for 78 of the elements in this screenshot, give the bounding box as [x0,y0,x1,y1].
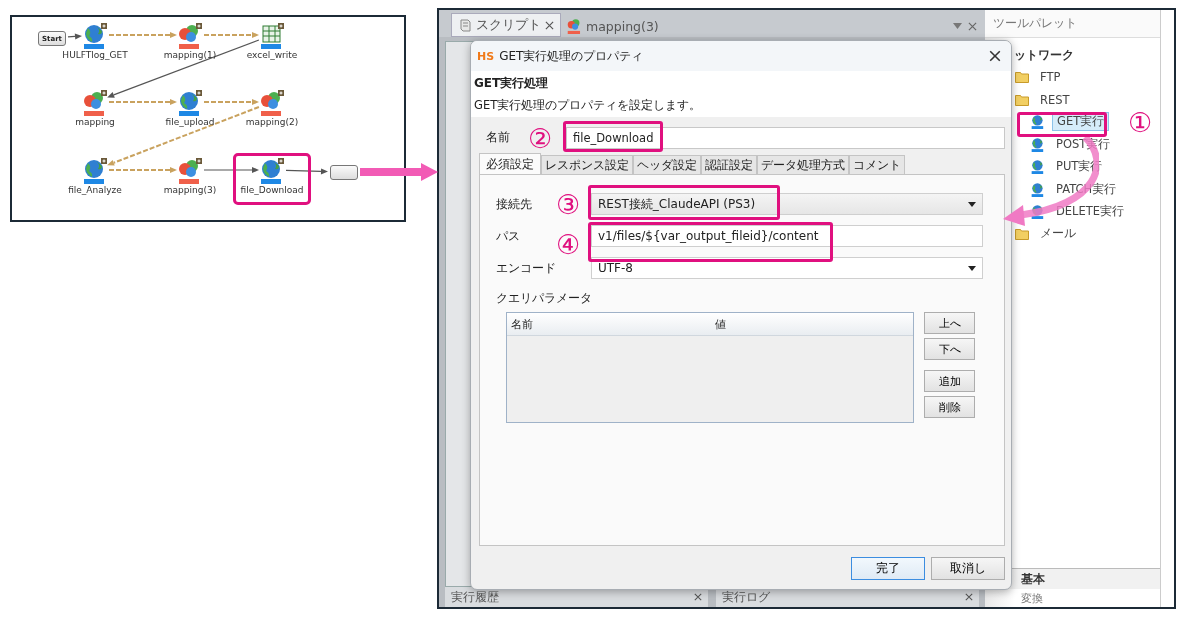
dialog-heading: GET実行処理 [474,75,550,92]
end-node[interactable] [330,165,358,180]
tree-item[interactable]: FTP [1036,69,1065,86]
node-label: file_upload [165,117,215,127]
list-button[interactable]: 下へ [924,338,975,360]
dropdown[interactable]: REST接続_ClaudeAPI (PS3) [591,193,983,215]
callout-number: ② [528,124,553,154]
tab[interactable]: ヘッダ設定 [633,155,701,174]
tree-item[interactable]: メール [1036,225,1080,243]
field-label: パス [496,228,520,243]
tab-label: 実行ログ [722,588,770,606]
caret-icon [968,201,976,207]
list-button[interactable]: 追加 [924,370,975,392]
tab-label: 実行履歴 [451,588,499,606]
tab[interactable]: データ処理方式 [757,155,849,174]
section-label: クエリパラメータ [496,291,593,306]
palette-title: ツールパレット [985,10,1160,38]
callout-number: ④ [556,230,581,260]
circles-icon [567,18,582,34]
editor-tab[interactable]: mapping(3) [561,15,665,37]
node-label: file_Download [240,185,304,195]
node-label: file_Analyze [68,185,122,195]
globe-icon[interactable] [178,90,202,116]
spreadsheet-icon[interactable] [260,23,284,49]
tab[interactable]: 必須設定 [479,153,541,174]
dropdown-icon[interactable] [953,23,962,29]
close-icon[interactable] [545,20,554,30]
tree-item[interactable]: PUT実行 [1052,158,1107,176]
globe-icon [1031,159,1045,175]
section-header[interactable]: 変換 [985,589,1160,607]
folder-icon [1015,71,1029,84]
folder-icon [1015,93,1029,106]
callout-number: ③ [556,190,581,220]
tree-item[interactable]: DELETE実行 [1052,203,1129,221]
node-label: mapping(2) [245,117,299,127]
node-label: mapping [75,117,115,127]
script-icon [458,18,472,32]
circles-icon[interactable] [178,23,202,49]
globe-icon [1031,136,1045,152]
caret-icon [968,265,976,271]
node-label: HULFTlog_GET [62,50,128,60]
tab[interactable]: コメント [849,155,905,174]
dialog-title: GET実行処理のプロパティ [499,47,645,65]
circles-icon[interactable] [83,90,107,116]
tree-item[interactable]: REST [1036,91,1074,108]
node-label: excel_write [246,50,298,60]
field-label: エンコード [496,260,556,275]
cancel-button[interactable]: 取消し [931,557,1005,580]
close-icon[interactable] [694,593,702,601]
field-label: 接続先 [496,196,532,211]
globe-icon[interactable] [83,158,107,184]
globe-icon [1031,114,1045,130]
globe-icon[interactable] [83,23,107,49]
list-button[interactable]: 上へ [924,312,975,334]
node-label: mapping(1) [163,50,217,60]
callout-number: ① [1128,108,1153,138]
finish-button[interactable]: 完了 [851,557,925,580]
circles-icon[interactable] [178,158,202,184]
editor-tab[interactable]: スクリプト [451,13,561,37]
section-header[interactable]: ットワーク [1014,44,1074,66]
close-icon[interactable] [965,593,973,601]
tab[interactable]: レスポンス設定 [541,155,633,174]
node-label: mapping(3) [163,185,217,195]
column-header: 名前 [510,316,534,332]
globe-icon [1031,181,1045,197]
tab[interactable]: 認証設定 [701,155,757,174]
name-field[interactable]: file_Download [566,126,1005,149]
column-header: 値 [714,316,726,332]
globe-icon [1031,204,1045,220]
dialog-description: GET実行処理のプロパティを設定します。 [474,98,703,113]
circles-icon[interactable] [260,90,284,116]
folder-icon [1015,227,1029,240]
close-icon[interactable] [989,50,1001,62]
list-button[interactable]: 削除 [924,396,975,418]
path-field[interactable]: v1/files/${var_output_fileid}/content [591,225,983,247]
field-label: 名前 [486,130,510,144]
globe-icon[interactable] [260,158,284,184]
app-logo: HS [477,49,495,63]
